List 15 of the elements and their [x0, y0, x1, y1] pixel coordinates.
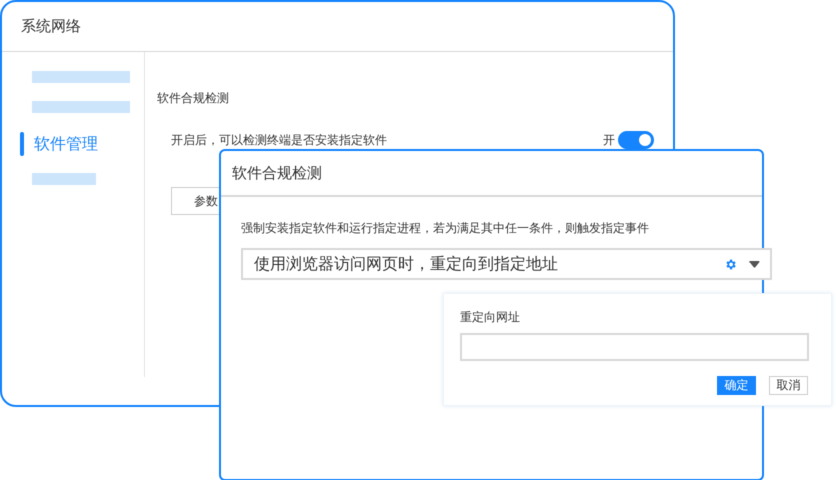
caret-icon[interactable] — [749, 260, 760, 268]
confirm-button[interactable]: 确定 — [717, 376, 756, 395]
toggle-switch[interactable] — [618, 131, 654, 149]
dialog-description: 强制安装指定软件和运行指定进程，若为满足其中任一条件，则触发指定事件 — [241, 220, 650, 237]
toggle-label: 开 — [603, 132, 615, 148]
sidebar-item[interactable]: 软件管理 — [34, 134, 98, 154]
gear-icon[interactable] — [724, 258, 737, 270]
url-input-field[interactable] — [460, 333, 809, 361]
cancel-button[interactable]: 取消 — [769, 376, 808, 395]
setting-description: 开启后，可以检测终端是否安装指定软件 — [171, 132, 388, 148]
window-title: 系统网络 — [2, 2, 673, 52]
field-label: 重定向网址 — [460, 309, 521, 326]
section-title: 软件合规检测 — [157, 90, 230, 107]
action-select[interactable]: 使用浏览器访问网页时，重定向到指定地址 — [241, 248, 772, 280]
dialog-title: 软件合规检测 — [221, 151, 762, 197]
